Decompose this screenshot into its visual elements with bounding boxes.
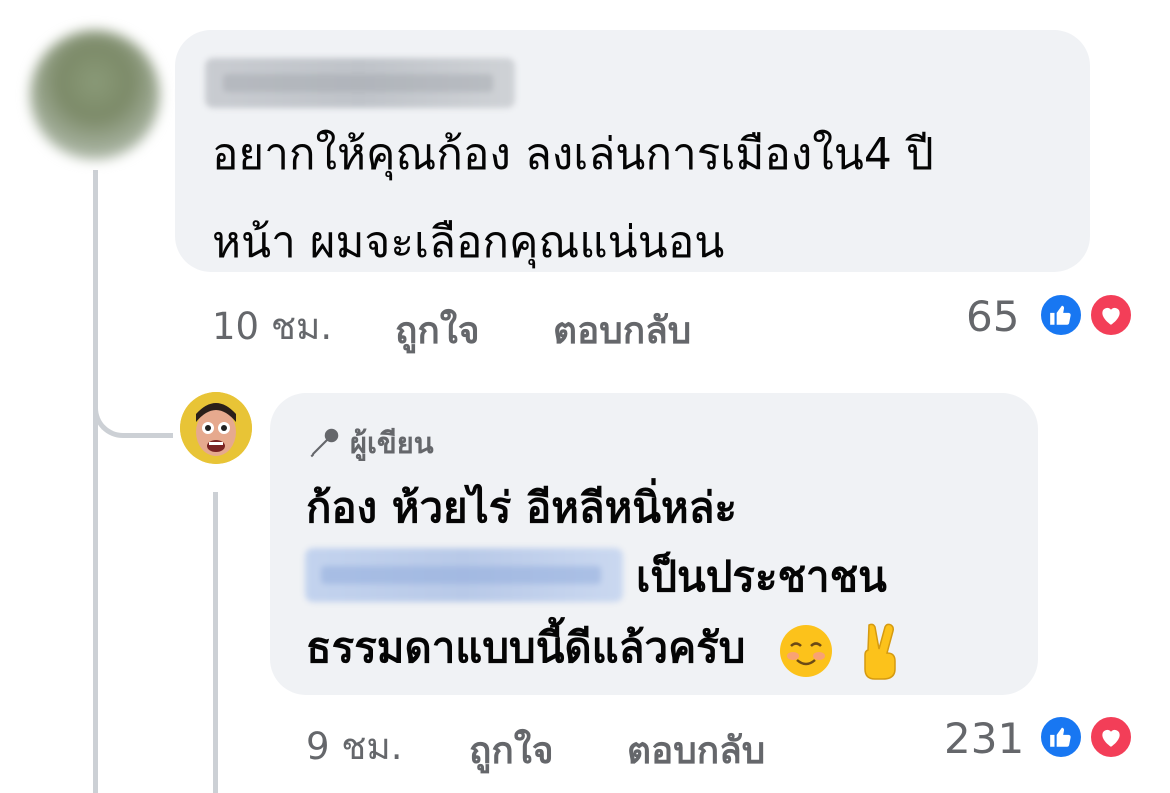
thread-line-main <box>93 170 98 793</box>
commenter-name-blurred[interactable] <box>205 58 515 108</box>
author-avatar[interactable] <box>180 392 252 464</box>
reply-like-button[interactable]: ถูกใจ <box>469 721 554 780</box>
thread-line-curve <box>93 395 173 438</box>
smiling-face-emoji <box>780 624 833 677</box>
author-badge: ผู้เขียน <box>306 420 434 466</box>
author-badge-label: ผู้เขียน <box>350 426 434 460</box>
comment-like-button[interactable]: ถูกใจ <box>395 301 480 360</box>
comment-text-line: หน้า ผมจะเลือกคุณแน่นอน <box>212 217 725 268</box>
love-icon <box>1088 292 1134 338</box>
like-icon <box>1038 292 1084 338</box>
microphone-icon <box>310 428 339 458</box>
reply-text-line: ธรรมดาแบบนี้ดีแล้วครับ <box>306 623 746 672</box>
reply-reaction-count[interactable]: 231 <box>944 714 1024 763</box>
comment-text-line: อยากให้คุณก้อง ลงเล่นการเมืองใน4 ปี <box>212 129 934 180</box>
comment-time[interactable]: 10 ชม. <box>212 297 332 356</box>
thread-line-reply <box>213 492 218 793</box>
commenter-avatar[interactable] <box>30 30 160 160</box>
mention-tag-blurred[interactable] <box>305 548 623 602</box>
reply-reply-button[interactable]: ตอบกลับ <box>627 721 765 780</box>
reply-text-line3: ธรรมดาแบบนี้ดีแล้วครับ <box>306 604 905 692</box>
victory-hand-emoji <box>863 623 896 680</box>
author-face-image <box>180 392 252 464</box>
like-icon <box>1038 714 1084 760</box>
comment-reply-button[interactable]: ตอบกลับ <box>553 301 691 360</box>
reply-time[interactable]: 9 ชม. <box>306 717 403 776</box>
comment-text: อยากให้คุณก้อง ลงเล่นการเมืองใน4 ปี หน้า… <box>212 111 934 287</box>
love-icon <box>1088 714 1134 760</box>
comment-reaction-count[interactable]: 65 <box>966 292 1019 341</box>
